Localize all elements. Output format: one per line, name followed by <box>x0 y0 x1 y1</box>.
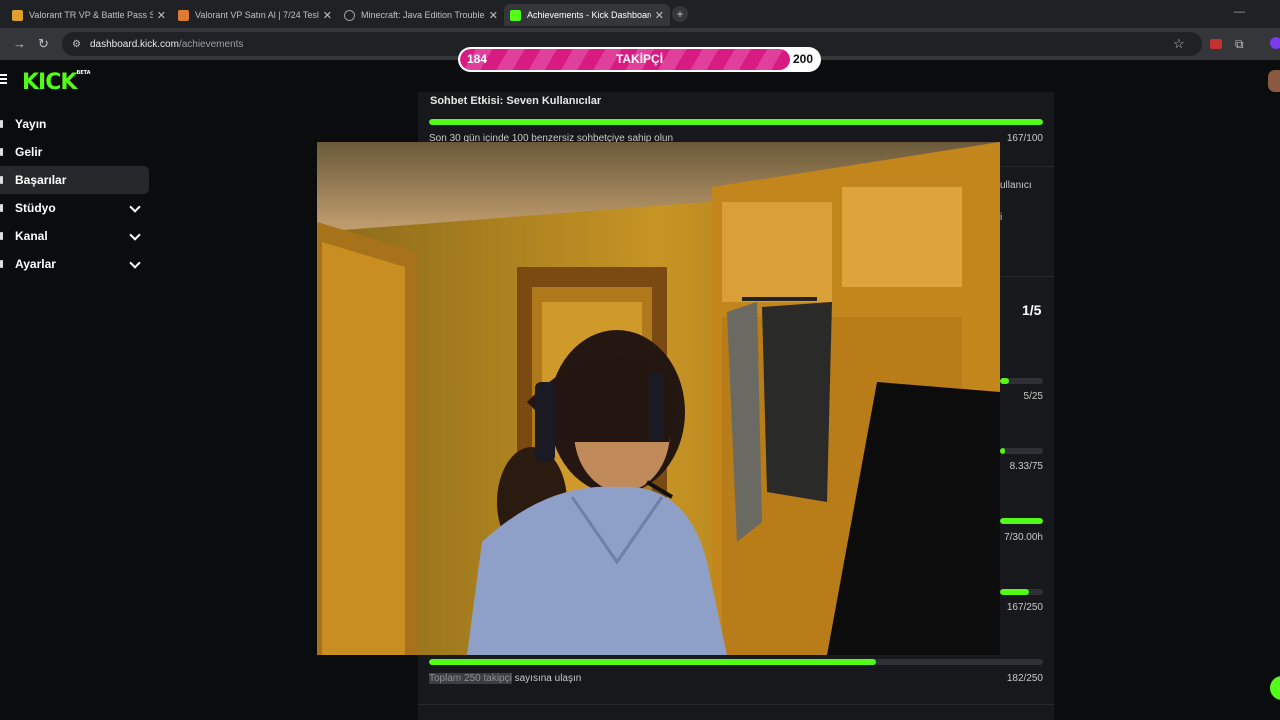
sidebar-item-basarilar[interactable]: Başarılar <box>0 166 149 194</box>
row-progress-bar <box>1000 589 1043 595</box>
browser-tab-bar: Valorant TR VP & Battle Pass Sa ✕ Valora… <box>0 0 1280 28</box>
achievement-title: Sohbet Etkisi: Seven Kullanıcılar <box>430 95 602 107</box>
sidebar-item-gelir[interactable]: Gelir <box>0 138 152 166</box>
url-path: /achievements <box>178 38 244 50</box>
profile-avatar[interactable] <box>1270 37 1280 49</box>
sidebar-item-label: Stüdyo <box>15 201 56 215</box>
forward-icon[interactable]: → <box>13 36 26 51</box>
tab-title: Valorant TR VP & Battle Pass Sa <box>29 10 153 20</box>
sidebar-nav: Yayın Gelir Başarılar Stüdyo Kanal Ayarl… <box>0 110 152 278</box>
chat-bubble-button[interactable] <box>1270 676 1280 700</box>
favicon-icon <box>12 9 23 21</box>
progress-fill <box>1000 518 1043 524</box>
url-host: dashboard.kick.com <box>90 38 179 50</box>
sidebar-item-label: Başarılar <box>15 173 67 187</box>
new-tab-button[interactable]: + <box>672 6 688 22</box>
beta-badge: BETA <box>76 70 91 76</box>
row-progress-bar <box>1000 518 1043 524</box>
browser-tab[interactable]: Valorant TR VP & Battle Pass Sa ✕ <box>6 4 172 26</box>
divider <box>418 704 1054 705</box>
browser-tab[interactable]: Minecraft: Java Edition Trouble ✕ <box>338 4 504 26</box>
trophy-icon <box>0 176 3 184</box>
goal-label: TAKİPÇİ <box>615 52 664 66</box>
chevron-down-icon[interactable] <box>129 257 141 269</box>
row-progress-bar <box>1000 448 1043 454</box>
row-progress-bar <box>1000 378 1043 384</box>
sidebar-item-label: Ayarlar <box>15 257 56 271</box>
sidebar-item-yayin[interactable]: Yayın <box>0 110 152 138</box>
puzzle-extensions-icon[interactable]: ⧉ <box>1235 37 1244 52</box>
progress-fill <box>1000 589 1029 595</box>
tab-title: Valorant VP Satın Al | 7/24 Tesl <box>195 10 319 20</box>
follower-goal-widget: 184 TAKİPÇİ 200 <box>458 47 821 72</box>
channel-icon <box>0 232 3 240</box>
studio-icon <box>0 204 3 212</box>
minimize-icon[interactable]: — <box>1234 6 1245 18</box>
sidebar-item-label: Gelir <box>15 145 43 159</box>
sidebar-item-label: Kanal <box>15 229 48 243</box>
webcam-overlay <box>317 142 1000 655</box>
progress-fill <box>1000 448 1005 454</box>
close-tab-icon[interactable]: ✕ <box>655 9 664 22</box>
tab-title: Achievements - Kick Dashboard <box>527 10 651 20</box>
webcam-scene-image <box>317 142 1000 655</box>
kick-logo[interactable]: KICKBETA <box>22 70 91 95</box>
user-avatar[interactable] <box>1268 70 1280 92</box>
bookmark-star-icon[interactable]: ☆ <box>1173 36 1185 52</box>
progress-fill <box>429 659 876 665</box>
browser-tab-active[interactable]: Achievements - Kick Dashboard ✕ <box>504 4 670 26</box>
reload-icon[interactable]: ↻ <box>38 36 49 52</box>
sidebar-item-kanal[interactable]: Kanal <box>0 222 152 250</box>
chevron-down-icon[interactable] <box>129 201 141 213</box>
sidebar-item-ayarlar[interactable]: Ayarlar <box>0 250 152 278</box>
browser-tab[interactable]: Valorant VP Satın Al | 7/24 Tesl ✕ <box>172 4 338 26</box>
highlighted-text: Toplam 250 takipçi <box>429 673 512 684</box>
close-tab-icon[interactable]: ✕ <box>489 9 498 22</box>
partial-description: i <box>1000 212 1003 223</box>
revenue-icon <box>0 148 3 156</box>
partial-description: ullanıcı <box>1000 180 1032 191</box>
favicon-icon <box>178 9 189 21</box>
stream-icon <box>0 120 3 128</box>
description-rest: sayısına ulaşın <box>511 673 582 684</box>
follower-achievement-description: Toplam 250 takipçi sayısına ulaşın <box>429 673 581 684</box>
close-tab-icon[interactable]: ✕ <box>323 9 332 22</box>
site-info-icon[interactable]: ⚙ <box>72 39 82 50</box>
progress-fill <box>1000 378 1009 384</box>
sidebar-item-label: Yayın <box>15 117 47 131</box>
follower-achievement-value: 182/250 <box>1006 673 1043 684</box>
chevron-down-icon[interactable] <box>129 229 141 241</box>
extension-icon[interactable] <box>1210 39 1222 49</box>
settings-icon <box>0 260 3 268</box>
sidebar-item-studyo[interactable]: Stüdyo <box>0 194 152 222</box>
close-tab-icon[interactable]: ✕ <box>157 9 166 22</box>
achievement-progress-bar <box>429 119 1043 125</box>
goal-target-count: 200 <box>792 52 813 66</box>
progress-fill <box>429 119 1043 125</box>
tab-title: Minecraft: Java Edition Trouble <box>361 10 485 20</box>
hamburger-menu-icon[interactable] <box>0 74 7 86</box>
section-count: 1/5 <box>1022 302 1042 318</box>
follower-achievement-progress-bar <box>429 659 1043 665</box>
goal-track: 184 TAKİPÇİ 200 <box>460 49 819 70</box>
kick-favicon-icon <box>510 9 521 21</box>
favicon-icon <box>344 9 355 21</box>
logo-text: KICK <box>22 70 77 95</box>
